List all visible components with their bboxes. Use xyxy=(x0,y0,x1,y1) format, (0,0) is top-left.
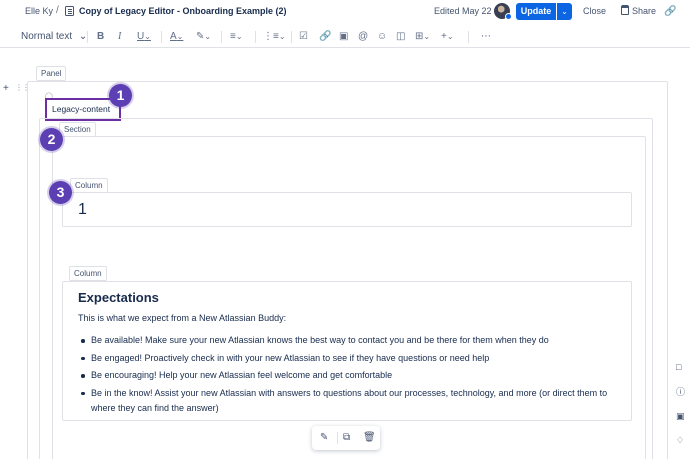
list-item[interactable]: Be engaged! Proactively check in with yo… xyxy=(78,351,618,366)
task-icon[interactable]: ☑ xyxy=(299,31,308,43)
table-icon[interactable]: ⊞⌄ xyxy=(415,31,430,43)
lock-icon[interactable] xyxy=(621,5,629,15)
link-icon[interactable]: 🔗 xyxy=(319,31,331,43)
list-item[interactable]: Be available! Make sure your new Atlassi… xyxy=(78,333,618,348)
toolbar-divider xyxy=(291,31,292,43)
update-button[interactable]: Update xyxy=(516,3,556,20)
toolbar-divider xyxy=(87,31,88,43)
add-block-icon[interactable]: + xyxy=(3,83,9,94)
top-header: Elle Ky / Copy of Legacy Editor - Onboar… xyxy=(0,0,690,24)
column-1-frame[interactable] xyxy=(62,192,632,227)
annotation-badge-2: 2 xyxy=(40,128,63,151)
column-1-text[interactable]: 1 xyxy=(78,201,87,219)
annotation-badge-1: 1 xyxy=(109,84,132,107)
toolbar-divider xyxy=(337,432,338,444)
column-tag[interactable]: Column xyxy=(69,266,107,281)
block-floating-toolbar: ✎ ⧉ 🗑 xyxy=(312,426,380,450)
breadcrumb-user[interactable]: Elle Ky xyxy=(25,6,53,16)
share-button[interactable]: Share xyxy=(632,6,656,16)
announce-icon[interactable]: ♢ xyxy=(676,435,684,446)
bullet-list: Be available! Make sure your new Atlassi… xyxy=(78,333,618,418)
close-button[interactable]: Close xyxy=(583,6,606,16)
annotation-badge-3: 3 xyxy=(49,181,72,204)
text-color-icon[interactable]: A⌄ xyxy=(170,31,183,43)
list-item[interactable]: Be encouraging! Help your new Atlassian … xyxy=(78,368,618,383)
info-icon[interactable]: ⓘ xyxy=(676,385,685,398)
text-style-dropdown[interactable]: Normal text ⌄ xyxy=(21,31,87,43)
toolbar-divider xyxy=(255,31,256,43)
toolbar-divider xyxy=(468,31,469,43)
edit-icon[interactable]: ✎ xyxy=(320,432,328,443)
copy-icon[interactable]: ⧉ xyxy=(343,432,350,443)
comment-icon[interactable]: □ xyxy=(676,362,681,372)
editor-toolbar: Normal text ⌄ B I U⌄ A⌄ ✎⌄ ≡⌄ ⋮≡⌄ ☑ 🔗 ▣ … xyxy=(0,26,690,48)
toolbar-divider xyxy=(221,31,222,43)
underline-icon[interactable]: U⌄ xyxy=(137,31,151,43)
mention-icon[interactable]: @ xyxy=(358,31,368,43)
insert-icon[interactable]: +⌄ xyxy=(441,31,454,43)
list-icon[interactable]: ⋮≡⌄ xyxy=(263,31,286,43)
copy-link-icon[interactable]: 🔗 xyxy=(664,6,676,17)
update-dropdown-chevron-icon[interactable]: ⌄ xyxy=(557,3,572,20)
more-icon[interactable]: ⋯ xyxy=(481,31,491,43)
align-icon[interactable]: ≡⌄ xyxy=(230,31,243,43)
layout-icon[interactable]: ◫ xyxy=(396,31,405,43)
expectations-heading[interactable]: Expectations xyxy=(78,290,159,305)
page-title[interactable]: Copy of Legacy Editor - Onboarding Examp… xyxy=(79,6,287,16)
toolbar-divider xyxy=(161,31,162,43)
bold-icon[interactable]: B xyxy=(97,31,104,43)
page-icon xyxy=(65,6,74,16)
video-icon[interactable]: ▣ xyxy=(676,411,685,422)
delete-icon[interactable]: 🗑 xyxy=(363,432,376,443)
italic-icon[interactable]: I xyxy=(118,31,121,43)
image-icon[interactable]: ▣ xyxy=(339,31,348,43)
emoji-icon[interactable]: ☺ xyxy=(377,31,387,43)
column-tag[interactable]: Column xyxy=(70,178,108,193)
highlight-icon[interactable]: ✎⌄ xyxy=(196,31,211,43)
list-item[interactable]: Be in the know! Assist your new Atlassia… xyxy=(78,386,618,416)
intro-paragraph[interactable]: This is what we expect from a New Atlass… xyxy=(78,313,286,323)
breadcrumb-separator: / xyxy=(56,5,59,16)
avatar-status-dot xyxy=(505,13,512,20)
legacy-content-label[interactable]: Legacy-content xyxy=(52,104,110,114)
panel-tag[interactable]: Panel xyxy=(36,66,67,81)
edited-status[interactable]: Edited May 22 xyxy=(434,6,492,16)
text-style-label: Normal text xyxy=(21,31,73,42)
